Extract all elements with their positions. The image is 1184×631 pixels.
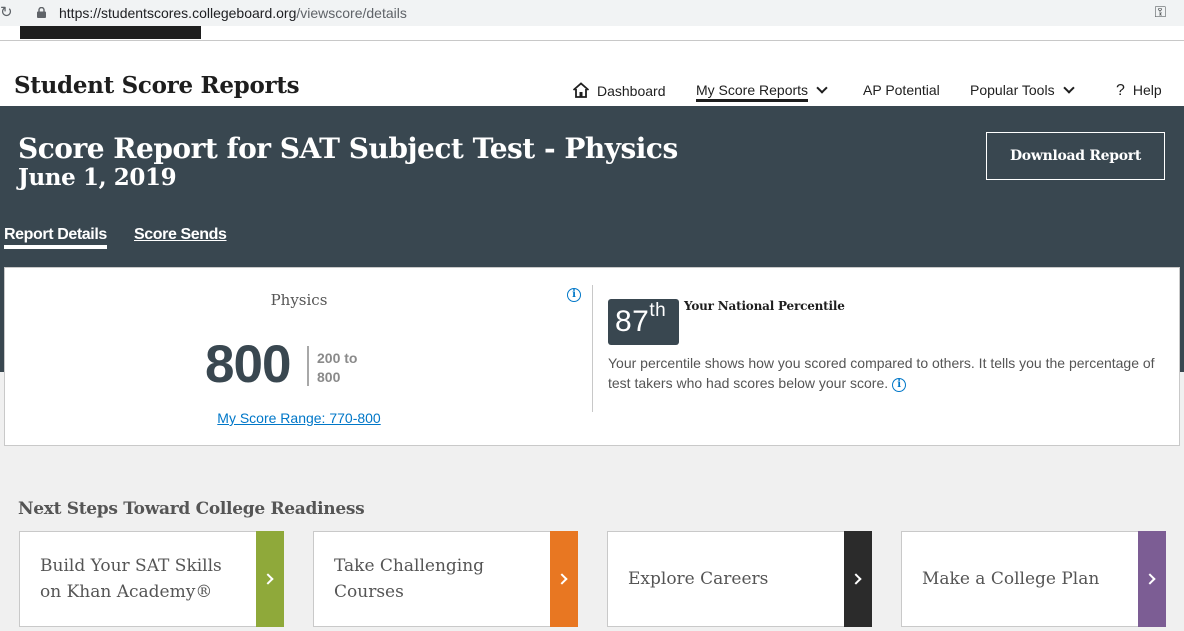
tile-color-bar	[1138, 531, 1166, 627]
site-title: Student Score Reports	[14, 72, 300, 99]
percentile-badge: 87th	[608, 299, 679, 345]
percentile-number: 87	[615, 305, 650, 338]
nav-popular-tools-label: Popular Tools	[970, 82, 1055, 98]
lock-icon	[37, 7, 46, 18]
percentile-suffix: th	[649, 300, 667, 321]
info-icon[interactable]: i	[567, 288, 581, 302]
chevron-right-icon	[1144, 573, 1156, 585]
tab-score-sends[interactable]: Score Sends	[134, 226, 227, 244]
nav-ap-potential[interactable]: AP Potential	[863, 82, 940, 98]
reload-icon[interactable]: ↻	[0, 3, 13, 21]
header-divider	[0, 40, 1184, 41]
tile-label: Build Your SAT Skills on Khan Academy®	[40, 556, 222, 602]
tile-challenging-courses[interactable]: Take Challenging Courses	[313, 531, 578, 627]
tile-khan-academy[interactable]: Build Your SAT Skills on Khan Academy®	[19, 531, 284, 627]
tile-color-bar	[550, 531, 578, 627]
nav-help[interactable]: ? Help	[1116, 82, 1162, 100]
download-report-button[interactable]: Download Report	[986, 132, 1165, 180]
tile-label: Take Challenging Courses	[334, 556, 485, 602]
nav-help-label: Help	[1132, 82, 1162, 98]
percentile-description: Your percentile shows how you scored com…	[608, 353, 1168, 393]
nav-dashboard[interactable]: Dashboard	[572, 82, 666, 99]
url-field[interactable]: https://studentscores.collegeboard.org/v…	[59, 5, 407, 21]
url-path: /viewscore/details	[296, 5, 407, 21]
report-date: June 1, 2019	[18, 164, 177, 191]
tile-college-plan[interactable]: Make a College Plan	[901, 531, 1166, 627]
nav-dashboard-label: Dashboard	[597, 83, 666, 99]
home-icon	[572, 82, 590, 98]
chevron-right-icon	[850, 573, 862, 585]
tile-color-bar	[844, 531, 872, 627]
percentile-label: Your National Percentile	[684, 299, 845, 313]
subject-name: Physics	[270, 291, 328, 309]
tile-color-bar	[256, 531, 284, 627]
key-icon[interactable]: ⚿	[1155, 4, 1166, 21]
tab-report-details[interactable]: Report Details	[4, 226, 107, 249]
info-icon[interactable]: i	[892, 378, 907, 392]
nav-my-score-reports[interactable]: My Score Reports	[696, 82, 828, 102]
browser-address-bar: ↻ https://studentscores.collegeboard.org…	[0, 0, 1184, 26]
report-title: Score Report for SAT Subject Test - Phys…	[18, 132, 678, 165]
help-icon: ?	[1116, 82, 1125, 99]
nav-popular-tools[interactable]: Popular Tools	[970, 82, 1075, 98]
next-steps-title: Next Steps Toward College Readiness	[18, 499, 365, 519]
chevron-right-icon	[262, 573, 274, 585]
score-range-link[interactable]: My Score Range: 770-800	[5, 410, 593, 426]
nav-my-score-reports-label: My Score Reports	[696, 82, 809, 102]
chevron-down-icon	[816, 82, 828, 94]
score-divider	[307, 346, 309, 386]
percentile-description-text: Your percentile shows how you scored com…	[608, 355, 1155, 391]
score-scale: 200 to 800	[317, 349, 357, 387]
tile-explore-careers[interactable]: Explore Careers	[607, 531, 872, 627]
site-header: Student Score Reports Dashboard My Score…	[0, 26, 1184, 106]
card-divider	[592, 285, 593, 412]
total-score: 800	[205, 335, 291, 394]
tile-label: Explore Careers	[628, 569, 769, 589]
chevron-right-icon	[556, 573, 568, 585]
header-top-strip	[20, 26, 201, 39]
score-card: Physics i 800 200 to 800 My Score Range:…	[4, 267, 1180, 446]
chevron-down-icon	[1062, 82, 1075, 94]
tile-label: Make a College Plan	[922, 569, 1100, 589]
score-scale-min: 200 to	[317, 350, 358, 366]
url-host: https://studentscores.collegeboard.org	[59, 5, 297, 21]
score-scale-max: 800	[317, 369, 341, 385]
